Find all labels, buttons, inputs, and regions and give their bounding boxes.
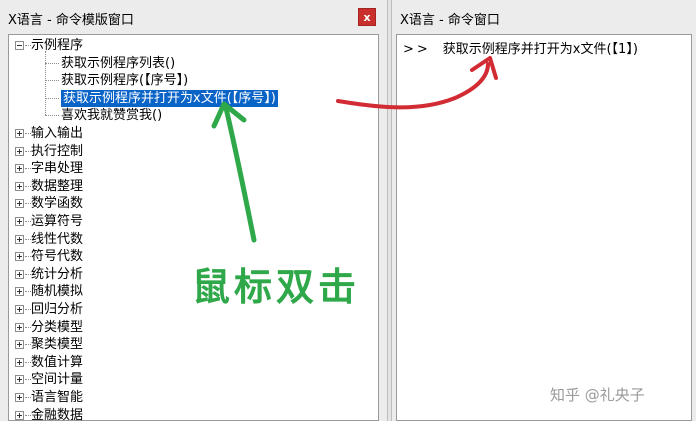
expand-toggle-icon[interactable] [15,287,24,297]
tree-category[interactable]: 线性代数 [31,231,83,248]
tree-item-command[interactable]: 获取示例程序(【序号】) [61,72,188,89]
left-window-title: X语言 - 命令模版窗口 [8,13,134,28]
right-window-title: X语言 - 命令窗口 [400,13,500,28]
double-click-annotation: 鼠标双击 [192,265,361,309]
expand-toggle-icon[interactable] [15,146,24,156]
expand-toggle-icon[interactable] [15,269,24,279]
tree-item-command[interactable]: 获取示例程序并打开为x文件(【序号】) [61,89,278,107]
tree-category[interactable]: 执行控制 [31,143,83,160]
tree-connector [45,97,59,99]
expand-toggle-icon[interactable] [15,305,24,314]
tree-category[interactable]: 数值计算 [31,354,83,371]
expand-toggle-icon[interactable] [15,410,24,420]
tree-category[interactable]: 金融数据 [31,407,83,421]
tree-category[interactable]: 随机模拟 [31,283,83,300]
tree-category[interactable]: 字串处理 [31,160,83,177]
tree-connector [45,62,59,64]
tree-item-command[interactable]: 喜欢我就赞赏我() [61,107,162,124]
watermark: 知乎 @礼央子 [550,386,645,404]
collapse-toggle-icon[interactable] [15,41,24,50]
tree-category[interactable]: 数学函数 [31,195,83,212]
command-window: X语言 - 命令窗口 >> 获取示例程序并打开为x文件(【1】) [392,0,696,421]
expand-toggle-icon[interactable] [15,199,24,209]
expand-toggle-icon[interactable] [15,181,24,191]
tree-category[interactable]: 符号代数 [31,248,83,265]
tree-node-examples[interactable]: 示例程序 [31,37,83,54]
tree-category[interactable]: 聚类模型 [31,336,83,353]
expand-toggle-icon[interactable] [15,322,24,332]
right-window-titlebar[interactable]: X语言 - 命令窗口 [392,0,696,34]
tree-category[interactable]: 运算符号 [31,213,83,230]
command-template-window: X语言 - 命令模版窗口 x 示例程序 获取示例程序列表() 获取示例程序(【序号】… [0,0,387,421]
tree-category[interactable]: 数据整理 [31,178,83,195]
tree-category[interactable]: 回归分析 [31,301,83,318]
expand-toggle-icon[interactable] [15,252,24,262]
tree-connector [45,80,59,82]
left-window-titlebar[interactable]: X语言 - 命令模版窗口 x [0,0,387,34]
tree-category[interactable]: 统计分析 [31,266,83,283]
expand-toggle-icon[interactable] [15,340,24,350]
command-line: >> 获取示例程序并打开为x文件(【1】) [403,38,638,57]
command-text: 获取示例程序并打开为x文件(【1】) [442,42,638,57]
expand-toggle-icon[interactable] [15,129,24,138]
expand-toggle-icon[interactable] [15,357,24,367]
command-prompt: >> [403,42,431,57]
expand-toggle-icon[interactable] [15,217,24,226]
tree-connector [45,51,46,116]
expand-toggle-icon[interactable] [15,375,24,385]
tree-category[interactable]: 输入输出 [31,125,83,142]
expand-toggle-icon[interactable] [15,393,24,402]
expand-toggle-icon[interactable] [15,234,24,244]
command-template-tree[interactable]: 示例程序 获取示例程序列表() 获取示例程序(【序号】) 获取示例程序并打开为x文件(… [8,34,379,421]
expand-toggle-icon[interactable] [15,164,24,174]
tree-category[interactable]: 语言智能 [31,389,83,406]
tree-connector [45,115,59,117]
close-button[interactable]: x [358,8,376,26]
tree-category[interactable]: 分类模型 [31,319,83,336]
command-output-area[interactable]: >> 获取示例程序并打开为x文件(【1】) [396,34,692,421]
tree-category[interactable]: 空间计量 [31,371,83,388]
tree-item-command[interactable]: 获取示例程序列表() [61,55,175,72]
